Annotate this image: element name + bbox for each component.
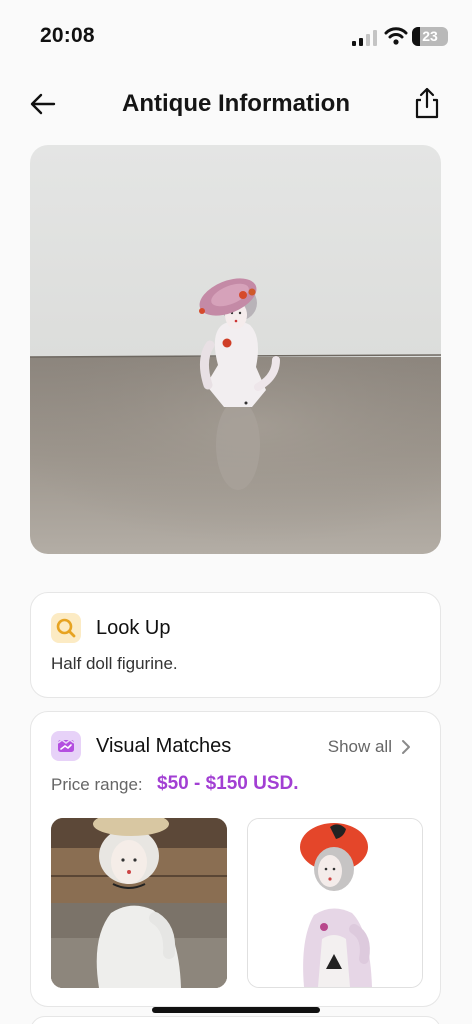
signal-icon xyxy=(352,30,377,46)
chevron-right-icon[interactable] xyxy=(400,739,412,755)
match-thumbnail[interactable] xyxy=(247,818,423,988)
match-thumbnail[interactable] xyxy=(51,818,227,988)
page-title: Antique Information xyxy=(122,90,350,117)
lookup-description: Half doll figurine. xyxy=(51,654,178,673)
home-indicator[interactable] xyxy=(152,1007,320,1013)
share-icon[interactable] xyxy=(412,86,442,120)
price-range-label: Price range: xyxy=(51,775,143,794)
nav-header: Antique Information xyxy=(0,80,472,128)
visual-matches-title: Visual Matches xyxy=(96,735,232,757)
next-card xyxy=(30,1016,441,1024)
antique-photo xyxy=(30,145,441,554)
wifi-icon xyxy=(384,27,408,45)
visual-matches-card: Visual Matches Show all Price range: $50… xyxy=(30,711,441,1007)
battery-percent: 23 xyxy=(422,28,438,44)
lookup-card[interactable]: Look Up Half doll figurine. xyxy=(30,592,441,698)
lookup-title: Look Up xyxy=(96,617,171,639)
status-time: 20:08 xyxy=(40,24,95,47)
price-range-value: $50 - $150 USD. xyxy=(157,773,299,794)
show-all-link[interactable]: Show all xyxy=(328,737,392,757)
battery-icon: 23 xyxy=(412,27,448,46)
status-bar: 20:08 23 xyxy=(0,0,472,72)
search-icon xyxy=(51,613,81,643)
matches-icon xyxy=(51,731,81,761)
